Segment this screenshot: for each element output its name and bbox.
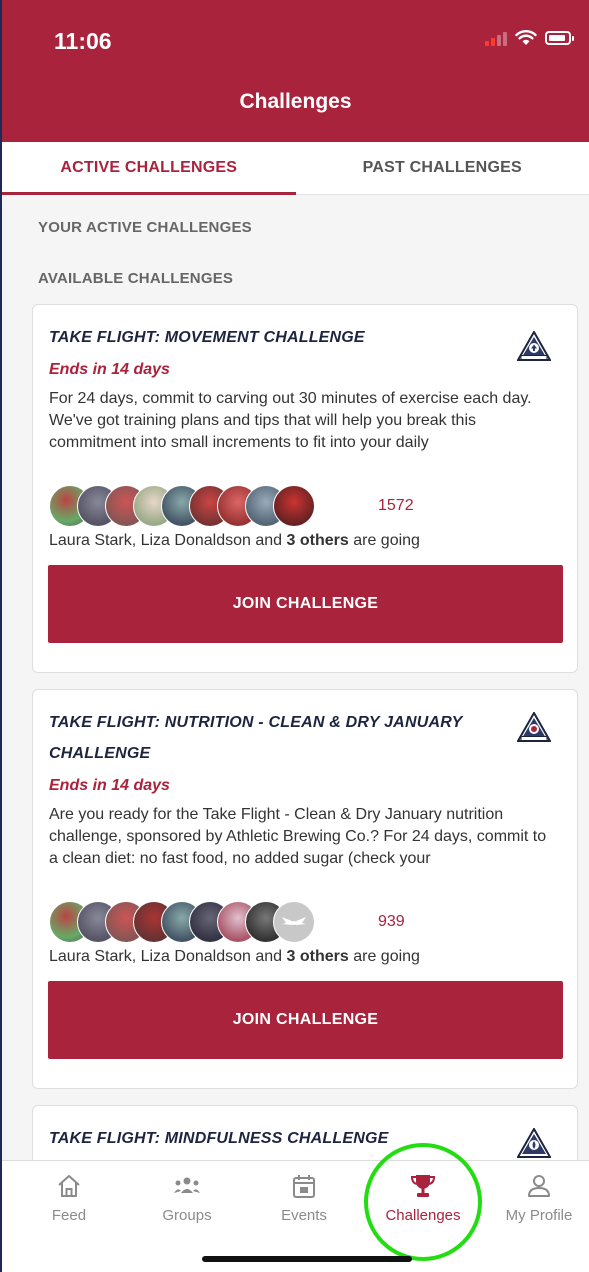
- tab-events[interactable]: Events: [254, 1173, 354, 1224]
- calendar-icon: [293, 1175, 315, 1198]
- movement-badge-icon: [517, 331, 551, 361]
- going-text: Laura Stark, Liza Donaldson and 3 others…: [49, 948, 420, 965]
- challenge-title: TAKE FLIGHT: NUTRITION - CLEAN & DRY JAN…: [49, 714, 463, 762]
- tab-past-challenges[interactable]: PAST CHALLENGES: [296, 142, 589, 194]
- mindfulness-badge-icon: [517, 1128, 551, 1158]
- wifi-icon: [515, 30, 537, 45]
- join-challenge-button[interactable]: JOIN CHALLENGE: [48, 565, 563, 643]
- participant-avatars: [49, 901, 349, 945]
- app-screen: 11:06 Challenges ACTIVE CHALLENGES PAST …: [0, 0, 589, 1272]
- challenge-tabs: ACTIVE CHALLENGES PAST CHALLENGES: [2, 142, 589, 195]
- challenge-title: TAKE FLIGHT: MOVEMENT CHALLENGE: [49, 329, 365, 346]
- challenge-card[interactable]: TAKE FLIGHT: MOVEMENT CHALLENGE Ends in …: [32, 304, 578, 673]
- page-title: Challenges: [239, 90, 352, 113]
- battery-icon: [545, 31, 574, 45]
- home-indicator[interactable]: [202, 1256, 412, 1262]
- highlight-annotation-circle: [364, 1143, 482, 1261]
- tab-my-profile[interactable]: My Profile: [489, 1173, 589, 1224]
- participant-avatars: [49, 485, 349, 529]
- join-challenge-button[interactable]: JOIN CHALLENGE: [48, 981, 563, 1059]
- person-icon: [528, 1175, 550, 1197]
- status-time: 11:06: [54, 28, 112, 54]
- active-challenges-heading: YOUR ACTIVE CHALLENGES: [38, 219, 252, 236]
- tab-feed[interactable]: Feed: [19, 1173, 119, 1224]
- status-icons: [485, 30, 574, 46]
- signal-icon: [485, 30, 507, 46]
- going-text: Laura Stark, Liza Donaldson and 3 others…: [49, 532, 420, 549]
- participant-count: 939: [378, 913, 405, 930]
- challenge-description: For 24 days, commit to carving out 30 mi…: [49, 390, 532, 451]
- challenge-card[interactable]: TAKE FLIGHT: NUTRITION - CLEAN & DRY JAN…: [32, 689, 578, 1089]
- challenge-ends: Ends in 14 days: [49, 361, 170, 378]
- tab-groups[interactable]: Groups: [137, 1173, 237, 1224]
- challenge-title: TAKE FLIGHT: MINDFULNESS CHALLENGE: [49, 1130, 389, 1147]
- avatar: [273, 901, 315, 943]
- app-header: 11:06 Challenges: [2, 0, 589, 142]
- challenge-ends: Ends in 14 days: [49, 777, 170, 794]
- challenge-description: Are you ready for the Take Flight - Clea…: [49, 806, 547, 867]
- participant-count: 1572: [378, 497, 414, 514]
- tab-active-challenges[interactable]: ACTIVE CHALLENGES: [2, 142, 296, 195]
- nutrition-badge-icon: [517, 712, 551, 742]
- groups-icon: [174, 1177, 200, 1193]
- avatar: [273, 485, 315, 527]
- wings-logo-icon: [282, 917, 306, 925]
- home-icon: [58, 1175, 80, 1197]
- available-challenges-heading: AVAILABLE CHALLENGES: [38, 270, 234, 287]
